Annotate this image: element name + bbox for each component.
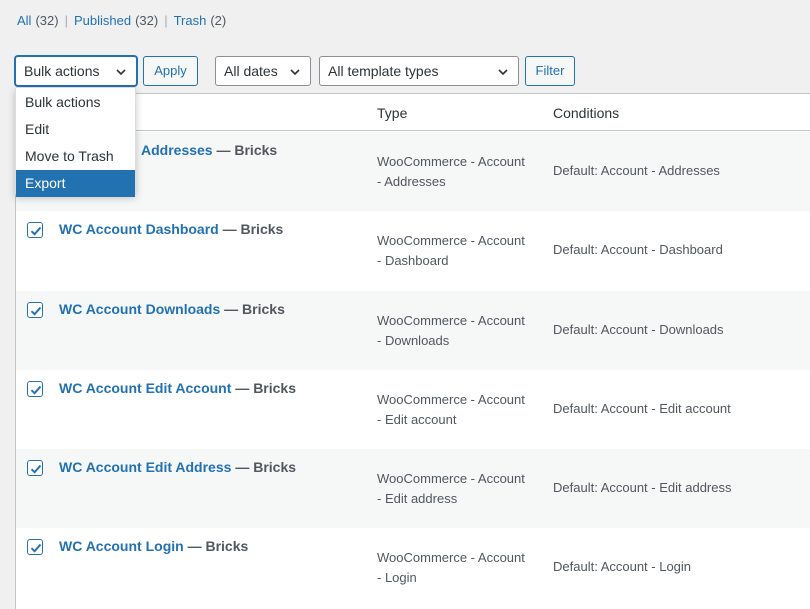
filter-separator: | — [164, 13, 168, 28]
row-type: WooCommerce - Account - Edit account — [377, 392, 525, 427]
row-type: WooCommerce - Account - Downloads — [377, 313, 525, 348]
dates-value: All dates — [224, 63, 278, 79]
checkmark-icon — [30, 226, 42, 236]
chevron-down-icon — [290, 69, 300, 76]
row-type: WooCommerce - Account - Dashboard — [377, 233, 525, 268]
row-builder: — Bricks — [216, 142, 278, 158]
bulk-actions-select[interactable]: Bulk actions — [15, 56, 137, 86]
row-title-link[interactable]: WC Account Downloads — [59, 301, 220, 317]
bulk-option-bulk-actions[interactable]: Bulk actions — [16, 89, 135, 116]
row-title: Addresses — Bricks — [141, 142, 277, 158]
row-title-link[interactable]: WC Account Login — [59, 538, 184, 554]
row-condition: Default: Account - Dashboard — [553, 242, 723, 257]
row-type: WooCommerce - Account - Addresses — [377, 154, 525, 189]
row-title-link[interactable]: WC Account Dashboard — [59, 221, 219, 237]
row-title: WC Account Edit Address — Bricks — [59, 459, 296, 475]
apply-button[interactable]: Apply — [143, 56, 198, 86]
column-type-header[interactable]: Type — [377, 105, 407, 121]
bulk-actions-dropdown: Bulk actions Edit Move to Trash Export — [15, 87, 136, 197]
filter-separator: | — [64, 13, 68, 28]
table-row: WC Account Login — Bricks WooCommerce - … — [16, 528, 810, 607]
filter-published-link[interactable]: Published — [74, 13, 131, 28]
table-row: WC Account Edit Address — Bricks WooComm… — [16, 449, 810, 528]
row-title-link[interactable]: WC Account Edit Account — [59, 380, 231, 396]
bulk-option-edit[interactable]: Edit — [16, 116, 135, 143]
template-types-value: All template types — [328, 63, 439, 79]
row-title-link[interactable]: Addresses — [141, 142, 213, 158]
row-title: WC Account Login — Bricks — [59, 538, 248, 554]
filter-all-link[interactable]: All — [17, 13, 31, 28]
row-title: WC Account Edit Account — Bricks — [59, 380, 296, 396]
status-filter-links: All (32) | Published (32) | Trash (2) — [17, 13, 226, 28]
row-title: WC Account Downloads — Bricks — [59, 301, 285, 317]
row-condition: Default: Account - Login — [553, 559, 692, 574]
row-builder: — Bricks — [235, 459, 297, 475]
row-title-link[interactable]: WC Account Edit Address — [59, 459, 231, 475]
chevron-down-icon — [498, 69, 508, 76]
filter-all-count: (32) — [35, 13, 59, 28]
row-condition: Default: Account - Downloads — [553, 322, 724, 337]
checkmark-icon — [30, 385, 42, 395]
column-conditions-header[interactable]: Conditions — [553, 105, 619, 121]
row-checkbox[interactable] — [27, 539, 43, 555]
bulk-option-move-to-trash[interactable]: Move to Trash — [16, 143, 135, 170]
row-builder: — Bricks — [187, 538, 249, 554]
checkmark-icon — [30, 306, 42, 316]
row-condition: Default: Account - Addresses — [553, 163, 720, 178]
row-title: WC Account Dashboard — Bricks — [59, 221, 283, 237]
dates-select[interactable]: All dates — [215, 56, 311, 86]
row-checkbox[interactable] — [27, 381, 43, 397]
bulk-actions-value: Bulk actions — [24, 63, 100, 79]
row-checkbox[interactable] — [27, 460, 43, 476]
table-row: WC Account Downloads — Bricks WooCommerc… — [16, 291, 810, 370]
filter-trash-count: (2) — [210, 13, 227, 28]
row-builder: — Bricks — [224, 301, 285, 317]
filter-button[interactable]: Filter — [525, 56, 575, 86]
row-checkbox[interactable] — [27, 302, 43, 318]
row-condition: Default: Account - Edit address — [553, 480, 732, 495]
checkmark-icon — [30, 464, 42, 474]
checkmark-icon — [30, 543, 42, 553]
chevron-down-icon — [116, 69, 126, 76]
filter-published-count: (32) — [135, 13, 159, 28]
table-row: WC Account Dashboard — Bricks WooCommerc… — [16, 211, 810, 290]
row-builder: — Bricks — [235, 380, 296, 396]
row-type: WooCommerce - Account - Edit address — [377, 471, 525, 506]
table-row: WC Account Edit Account — Bricks WooComm… — [16, 370, 810, 449]
bulk-option-export[interactable]: Export — [16, 170, 135, 197]
template-types-select[interactable]: All template types — [319, 56, 519, 86]
row-checkbox[interactable] — [27, 222, 43, 238]
filter-trash-link[interactable]: Trash — [174, 13, 207, 28]
row-builder: — Bricks — [222, 221, 284, 237]
row-type: WooCommerce - Account - Login — [377, 550, 525, 585]
row-condition: Default: Account - Edit account — [553, 401, 731, 416]
